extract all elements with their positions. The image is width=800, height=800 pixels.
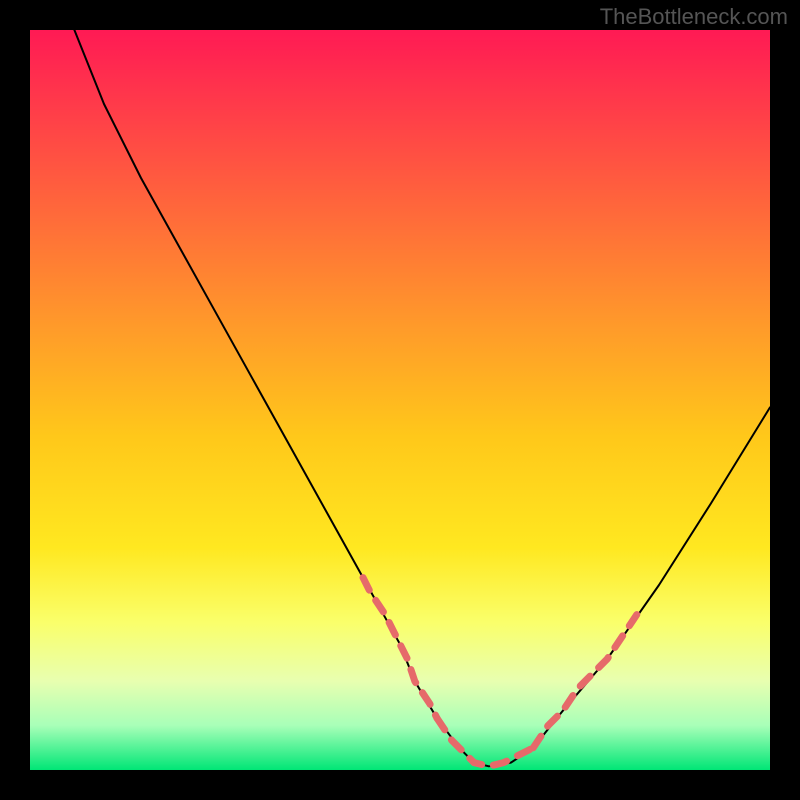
watermark-text: TheBottleneck.com [600,4,788,30]
chart-background [30,30,770,770]
